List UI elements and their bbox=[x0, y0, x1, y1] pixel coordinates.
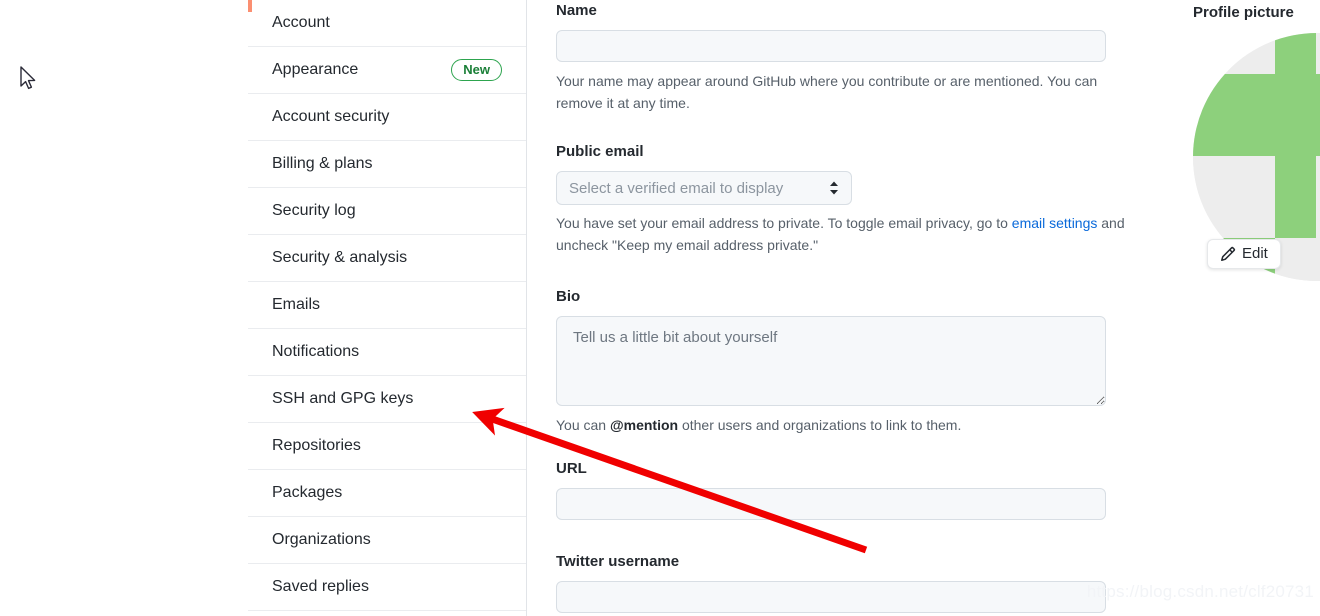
url-field-block: URL bbox=[556, 460, 1106, 520]
sidebar-item-label: Appearance bbox=[272, 61, 359, 78]
public-email-field-block: Public email Select a verified email to … bbox=[556, 143, 1136, 256]
public-email-help-text: You have set your email address to priva… bbox=[556, 212, 1136, 256]
public-email-help-before: You have set your email address to priva… bbox=[556, 215, 1012, 231]
sidebar-item-account-security[interactable]: Account security bbox=[248, 94, 526, 141]
url-label: URL bbox=[556, 460, 587, 477]
pencil-icon bbox=[1220, 246, 1236, 262]
sidebar-item-security-log[interactable]: Security log bbox=[248, 188, 526, 235]
sidebar-item-label: Billing & plans bbox=[272, 155, 373, 172]
sidebar-item-label: Packages bbox=[272, 484, 343, 501]
public-email-label: Public email bbox=[556, 143, 644, 160]
sidebar-item-saved-replies[interactable]: Saved replies bbox=[248, 564, 526, 611]
sidebar-item-label: Account security bbox=[272, 108, 390, 125]
sidebar-item-packages[interactable]: Packages bbox=[248, 470, 526, 517]
sidebar-item-appearance[interactable]: Appearance New bbox=[248, 47, 526, 94]
name-label: Name bbox=[556, 2, 597, 19]
bio-help-before: You can bbox=[556, 417, 610, 433]
sidebar-item-repositories[interactable]: Repositories bbox=[248, 423, 526, 470]
watermark: https://blog.csdn.net/clf20731 bbox=[1086, 582, 1314, 601]
avatar-edit-label: Edit bbox=[1242, 245, 1268, 262]
bio-textarea[interactable] bbox=[556, 316, 1106, 406]
sidebar-item-label: SSH and GPG keys bbox=[272, 390, 414, 407]
sidebar-item-account[interactable]: Account bbox=[248, 0, 526, 47]
bio-label: Bio bbox=[556, 288, 581, 305]
sidebar-item-label: Saved replies bbox=[272, 578, 369, 595]
name-field-block: Name Your name may appear around GitHub … bbox=[556, 2, 1136, 114]
page-background bbox=[0, 0, 248, 616]
sidebar-item-label: Security & analysis bbox=[272, 249, 408, 266]
sidebar-item-ssh-and-gpg-keys[interactable]: SSH and GPG keys bbox=[248, 376, 526, 423]
twitter-field-block: Twitter username bbox=[556, 553, 1106, 613]
sidebar-item-label: Security log bbox=[272, 202, 356, 219]
bio-help-text: You can @mention other users and organiz… bbox=[556, 414, 1136, 436]
sidebar-item-security-and-analysis[interactable]: Security & analysis bbox=[248, 235, 526, 282]
new-badge: New bbox=[451, 59, 502, 81]
mention-token: @mention bbox=[609, 417, 679, 433]
sidebar-item-notifications[interactable]: Notifications bbox=[248, 329, 526, 376]
name-input[interactable] bbox=[556, 30, 1106, 62]
sidebar-item-label: Account bbox=[272, 14, 330, 31]
public-email-select[interactable]: Select a verified email to display bbox=[556, 171, 852, 205]
url-input[interactable] bbox=[556, 488, 1106, 520]
email-settings-link[interactable]: email settings bbox=[1012, 215, 1098, 231]
sidebar-item-label: Repositories bbox=[272, 437, 361, 454]
profile-picture-title: Profile picture bbox=[1193, 4, 1294, 21]
bio-field-block: Bio You can @mention other users and org… bbox=[556, 288, 1136, 436]
profile-picture-panel: Profile picture Edit bbox=[1148, 0, 1320, 300]
avatar-edit-button[interactable]: Edit bbox=[1207, 239, 1281, 269]
public-email-select-wrap: Select a verified email to display bbox=[556, 171, 852, 205]
sidebar-item-label: Notifications bbox=[272, 343, 360, 360]
name-help-text: Your name may appear around GitHub where… bbox=[556, 73, 1098, 111]
sidebar-item-organizations[interactable]: Organizations bbox=[248, 517, 526, 564]
sidebar-item-emails[interactable]: Emails bbox=[248, 282, 526, 329]
sidebar-item-label: Emails bbox=[272, 296, 321, 313]
sidebar-item-billing-and-plans[interactable]: Billing & plans bbox=[248, 141, 526, 188]
sidebar-item-label: Organizations bbox=[272, 531, 371, 548]
settings-sidebar: Account Appearance New Account security … bbox=[248, 0, 527, 616]
twitter-input[interactable] bbox=[556, 581, 1106, 613]
bio-help-after: other users and organizations to link to… bbox=[678, 417, 962, 433]
twitter-label: Twitter username bbox=[556, 553, 680, 570]
